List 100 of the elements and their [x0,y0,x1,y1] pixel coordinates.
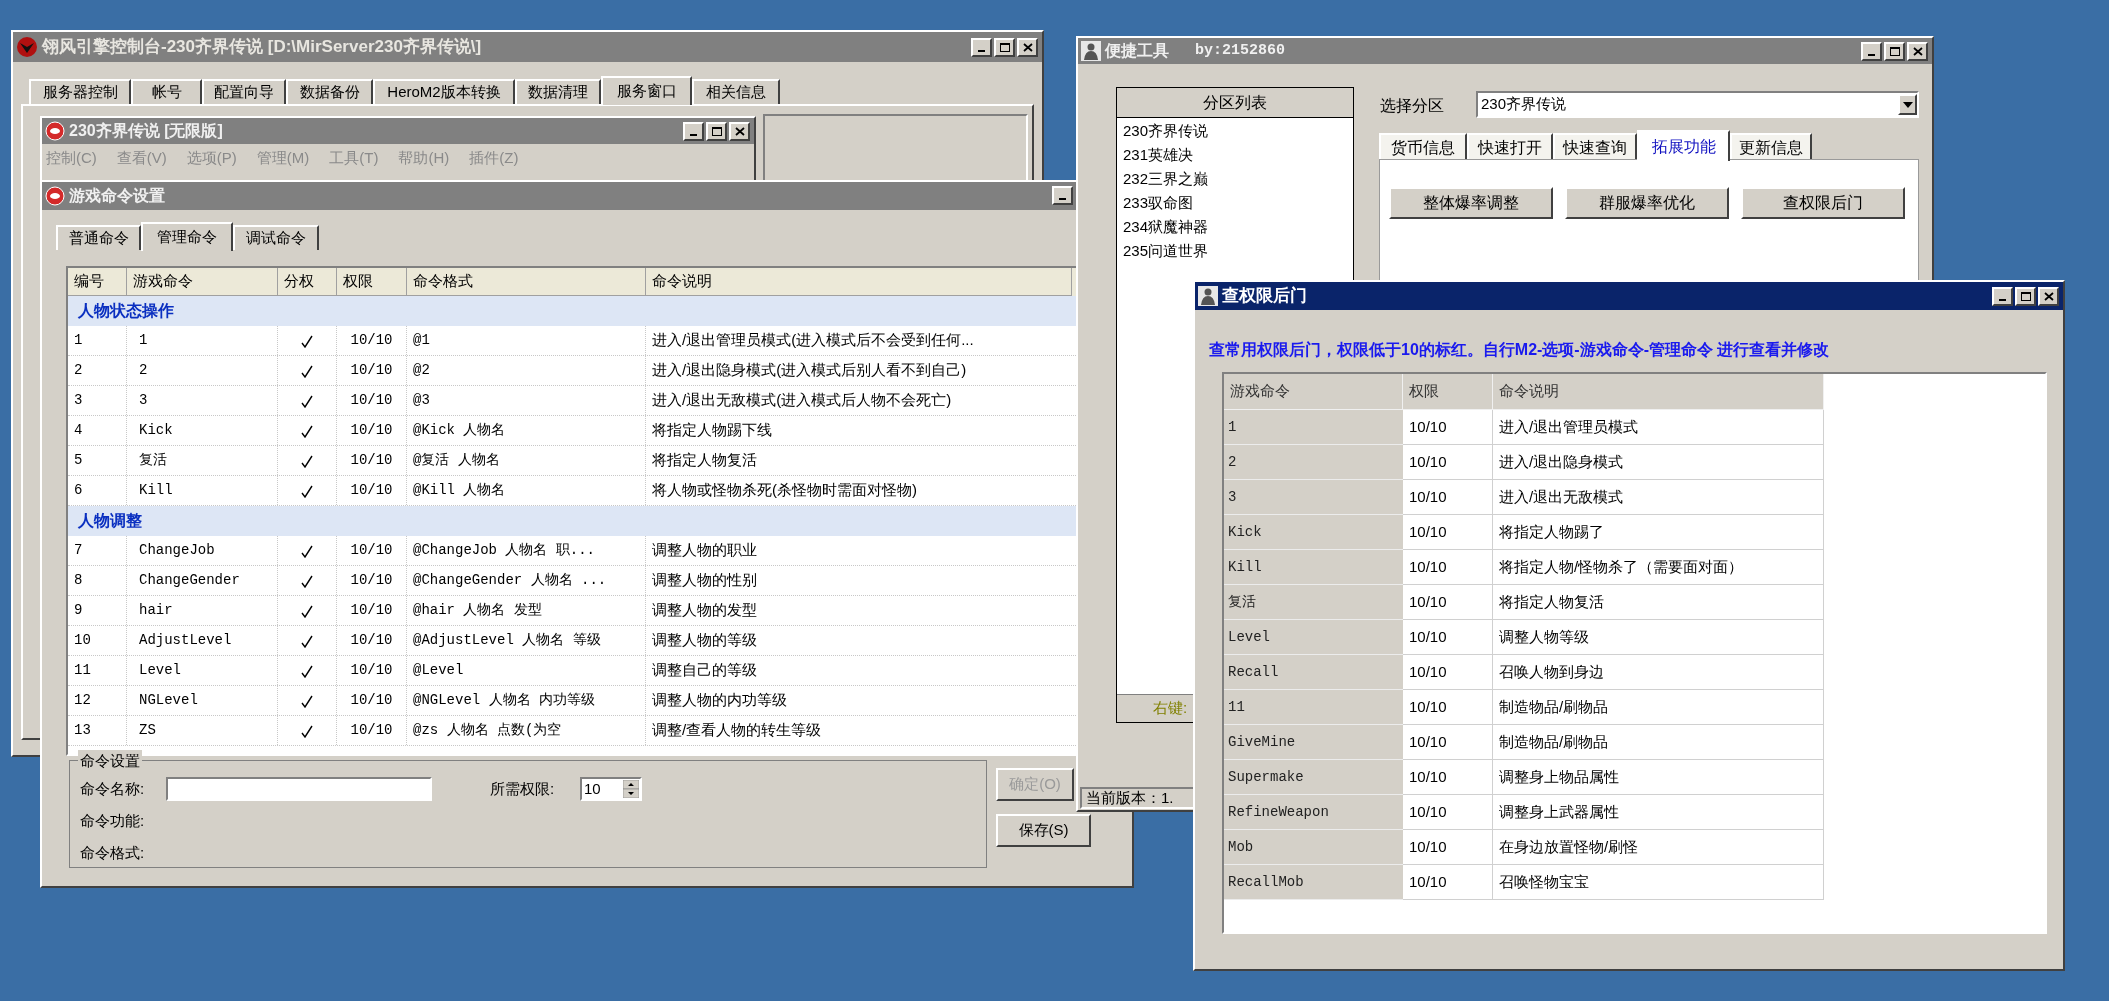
table-cell-text: 调整人物的职业 [651,540,758,561]
table-cell-text: 调整人物的内功等级 [651,690,788,711]
table-cell-text: 调整自己的等级 [651,660,758,681]
table-cell: 10/10 [337,356,407,385]
table-cell: @复活 人物名 [407,446,646,475]
column-header[interactable]: 权限 [1403,374,1493,410]
tab[interactable]: 快速打开 [1467,133,1553,160]
input-field[interactable] [166,777,432,801]
partition-dropdown[interactable]: 230齐界传说 [1476,91,1919,118]
table-cell: 复活 [127,446,278,475]
list-item[interactable]: 234狱魔神器 [1123,215,1353,239]
tab[interactable]: HeroM2版本转换 [373,79,515,104]
window-title: 230齐界传说 [无限版] [69,121,223,141]
table-cell: RefineWeapon [1224,795,1403,830]
table-cell: 8 [68,566,127,595]
table-cell: Supermake [1224,760,1403,795]
table-cell: 10/10 [337,326,407,355]
table-cell: 10/10 [1403,445,1493,480]
table-cell-text: 进入/退出无敌模式(进入模式后人物不会死亡) [651,390,953,411]
field-label: 命令格式: [80,842,145,863]
table-cell: 制造物品/刷物品 [1493,725,1824,760]
spin-field[interactable]: 10 [580,777,642,801]
tool-button[interactable]: 群服爆率优化 [1565,187,1729,219]
tab[interactable]: 相关信息 [692,79,780,104]
minimize-button[interactable] [1052,186,1073,205]
tab[interactable]: 帐号 [131,79,202,104]
table-cell: ChangeGender [127,566,278,595]
table-cell: 10/10 [337,656,407,685]
table-cell: 10/10 [337,716,407,745]
table-cell: Mob [1224,830,1403,865]
field-label: 命令功能: [80,810,145,831]
tab[interactable]: 数据备份 [286,79,373,104]
tab[interactable]: 服务窗口 [601,76,692,105]
list-item[interactable]: 235问道世界 [1123,239,1353,263]
column-header[interactable]: 命令说明 [1493,374,1824,410]
dropdown-arrow-icon[interactable] [1902,101,1913,108]
notice-text: 查常用权限后门，权限低于10的标红。自行M2-选项-游戏命令-管理命令 进行查看并修改 [1209,340,1830,360]
table-cell: @AdjustLevel 人物名 等级 [407,626,646,655]
dialog-button[interactable]: 保存(S) [996,814,1091,847]
list-item[interactable]: 230齐界传说 [1123,119,1353,143]
tab[interactable]: 拓展功能 [1637,130,1730,161]
table-cell: 调整身上物品属性 [1493,760,1824,795]
table-cell: 10/10 [337,566,407,595]
tool-button[interactable]: 查权限后门 [1741,187,1905,219]
tab[interactable]: 货币信息 [1379,133,1467,160]
table-cell: 召唤人物到身边 [1493,655,1824,690]
table-cell: 1 [127,326,278,355]
window-title: 便捷工具 [1105,41,1169,61]
table-cell: @2 [407,356,646,385]
table-cell: Kick [127,416,278,445]
list-item[interactable]: 233驭命图 [1123,191,1353,215]
table-cell: 10/10 [337,476,407,505]
tab[interactable]: 快速查询 [1553,133,1637,160]
figure-icon [1198,286,1218,306]
tab[interactable]: 数据清理 [515,79,601,104]
table-cell: 1 [68,326,127,355]
table-cell: 10/10 [337,686,407,715]
tab[interactable]: 调试命令 [233,225,319,250]
table-cell: 7 [68,536,127,565]
table-cell: 10/10 [1403,550,1493,585]
table-cell: @ChangeJob 人物名 职... [407,536,646,565]
table-cell: NGLevel [127,686,278,715]
table-cell: Kick [1224,515,1403,550]
table-cell: 进入/退出无敌模式 [1493,480,1824,515]
table-cell: 5 [68,446,127,475]
table-cell: 12 [68,686,127,715]
tab[interactable]: 普通命令 [56,225,141,250]
table-cell: 2 [127,356,278,385]
tab[interactable]: 配置向导 [202,79,286,104]
table-cell-text: 将指定人物复活 [651,450,758,471]
table-cell-text: 将指定人物踢下线 [651,420,773,441]
spinner-arrows-icon[interactable] [623,780,639,798]
table-cell: @Kill 人物名 [407,476,646,505]
tool-button[interactable]: 整体爆率调整 [1389,187,1553,219]
table-cell: Kill [1224,550,1403,585]
table-cell: AdjustLevel [127,626,278,655]
tab[interactable]: 更新信息 [1730,133,1812,160]
table-cell: 10/10 [1403,760,1493,795]
tab[interactable]: 管理命令 [141,222,233,251]
table-cell: @Level [407,656,646,685]
window-title: 查权限后门 [1222,285,1307,308]
list-item[interactable]: 232三界之巅 [1123,167,1353,191]
table-cell: 10/10 [1403,620,1493,655]
table-cell: Recall [1224,655,1403,690]
column-header[interactable]: 游戏命令 [1224,374,1403,410]
table-cell: 10/10 [1403,725,1493,760]
field-label: 所需权限: [490,778,556,799]
table-cell: Kill [127,476,278,505]
table-cell: 将指定人物踢了 [1493,515,1824,550]
tab[interactable]: 服务器控制 [29,79,131,104]
table-cell: 10/10 [1403,795,1493,830]
table-cell: Level [1224,620,1403,655]
table-cell: 10/10 [1403,480,1493,515]
list-item[interactable]: 231英雄决 [1123,143,1353,167]
table-cell: 调整身上武器属性 [1493,795,1824,830]
table-cell: Level [127,656,278,685]
window-title: 游戏命令设置 [69,186,165,206]
status-text: 当前版本：1. [1085,787,1174,808]
table-cell: 10/10 [337,626,407,655]
table-cell: @1 [407,326,646,355]
